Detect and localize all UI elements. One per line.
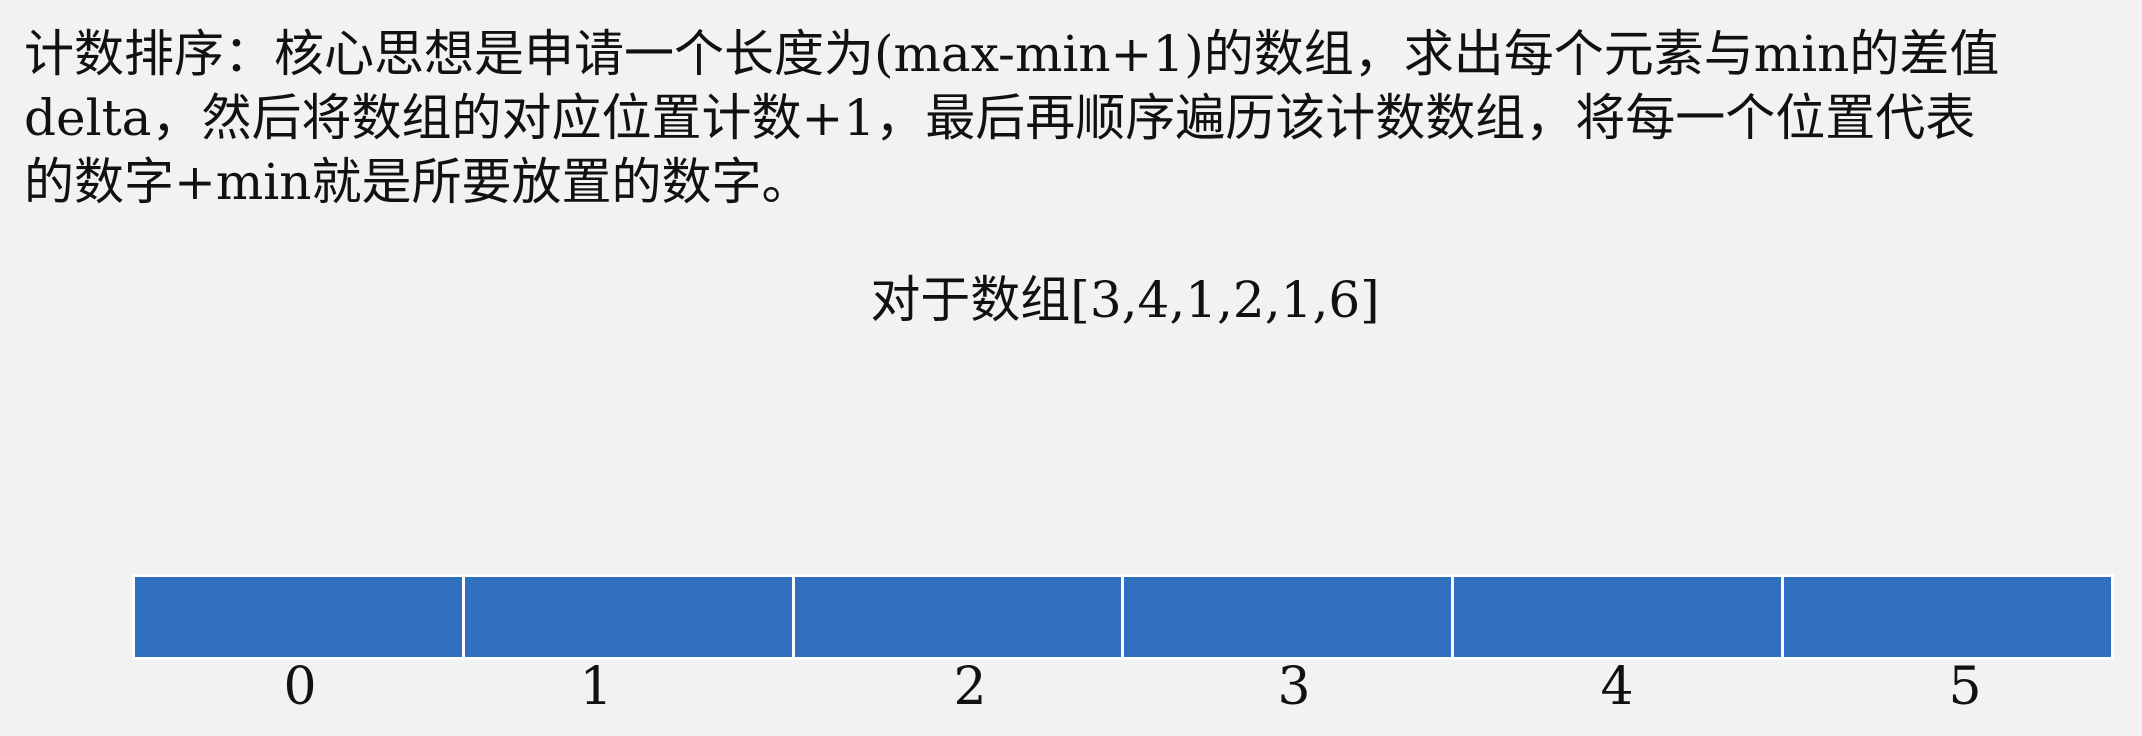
count-array-cell-1 xyxy=(464,574,795,660)
index-label-4: 4 xyxy=(1600,657,1634,717)
count-array xyxy=(132,574,2114,660)
index-label-3: 3 xyxy=(1277,657,1311,717)
count-array-cell-2 xyxy=(794,574,1125,660)
index-label-5: 5 xyxy=(1948,657,1982,717)
description-line-2: delta，然后将数组的对应位置计数+1，最后再顺序遍历该计数数组，将每一个位置… xyxy=(24,89,1976,147)
description-line-1: 计数排序：核心思想是申请一个长度为(max-min+1)的数组，求出每个元素与m… xyxy=(24,25,2000,83)
count-array-cell-3 xyxy=(1124,574,1455,660)
count-array-cell-5 xyxy=(1784,574,2114,660)
index-label-0: 0 xyxy=(283,657,317,717)
index-label-1: 1 xyxy=(579,657,613,717)
count-array-cell-4 xyxy=(1454,574,1785,660)
description-line-3: 的数字+min就是所要放置的数字。 xyxy=(24,153,812,211)
counting-sort-description: 计数排序：核心思想是申请一个长度为(max-min+1)的数组，求出每个元素与m… xyxy=(24,22,2124,214)
count-array-cell-0 xyxy=(132,574,465,660)
index-label-2: 2 xyxy=(953,657,987,717)
array-caption: 对于数组[3,4,1,2,1,6] xyxy=(870,271,1380,329)
